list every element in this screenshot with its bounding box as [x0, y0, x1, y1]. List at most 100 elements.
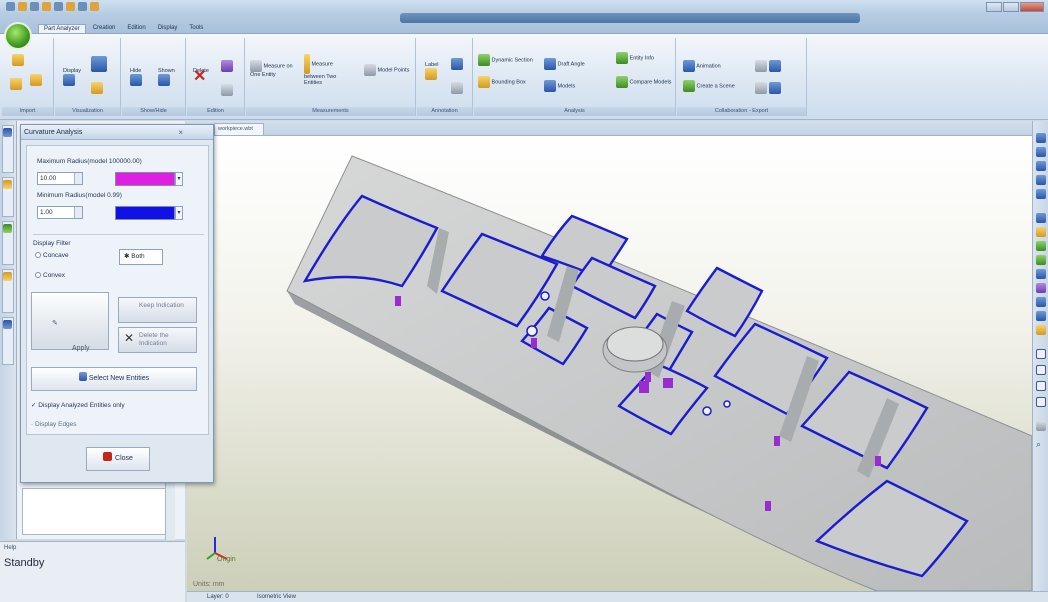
both-toggle-button[interactable]: ✱ Both	[119, 249, 163, 265]
dialog-close-icon[interactable]: ×	[178, 125, 183, 140]
ribbon-group-annotation: Label Annotation	[417, 38, 473, 116]
single-view-icon[interactable]	[1036, 349, 1046, 359]
zoom-out-icon[interactable]	[1036, 161, 1046, 171]
max-color-dropdown[interactable]: ▾	[175, 172, 183, 186]
apply-button[interactable]: ✎ Apply	[31, 292, 109, 352]
label-button[interactable]: Label	[425, 62, 438, 80]
panel-tab-4[interactable]	[2, 269, 14, 313]
select-new-entities-button[interactable]: Select New Entities	[31, 367, 197, 391]
display-analyzed-checkbox[interactable]: ✓ Display Analyzed Entities only	[31, 401, 125, 409]
animation-button[interactable]: Animation	[683, 60, 743, 72]
scene-icon	[683, 80, 695, 92]
three-view-icon[interactable]	[1036, 381, 1046, 391]
four-view-icon[interactable]	[1036, 397, 1046, 407]
view-bottom-icon[interactable]	[1036, 269, 1046, 279]
tab-part-analyzer[interactable]: Part Analyzer	[38, 24, 86, 33]
properties-icon	[221, 84, 233, 96]
panel-tab-3[interactable]	[2, 221, 14, 265]
render-button[interactable]	[91, 82, 103, 94]
visual-style-button[interactable]	[91, 56, 107, 72]
hide-button[interactable]: Hide	[130, 68, 142, 86]
edit-button[interactable]	[221, 60, 233, 72]
properties-button[interactable]	[221, 84, 233, 96]
min-color-dropdown[interactable]: ▾	[175, 206, 183, 220]
list-icon[interactable]	[1036, 421, 1046, 431]
display-button[interactable]: Display	[63, 68, 81, 86]
spin-arrows-icon[interactable]	[74, 173, 82, 184]
zoom-window-icon[interactable]	[1036, 175, 1046, 185]
shown-button[interactable]: Shown	[158, 68, 175, 86]
max-radius-input[interactable]: 10.00	[37, 172, 83, 185]
quick-access-toolbar[interactable]	[6, 2, 99, 11]
view-iso-icon[interactable]	[1036, 297, 1046, 307]
tab-creation[interactable]: Creation	[88, 24, 121, 33]
import-button[interactable]	[12, 54, 24, 66]
compare-models-button[interactable]: Compare Models	[616, 76, 672, 88]
measure-two-entities-button[interactable]: Measure between Two Entities	[304, 54, 350, 86]
window-controls	[986, 2, 1044, 12]
zoom-fit-icon[interactable]	[1036, 133, 1046, 143]
delete-button[interactable]: Delete ✕	[193, 68, 209, 85]
hide-icon	[130, 74, 142, 86]
edit-icon	[221, 60, 233, 72]
import-2d-button[interactable]	[10, 78, 22, 90]
draft-angle-button[interactable]: Draft Angle	[544, 58, 606, 70]
panel-scrollbar[interactable]	[165, 478, 175, 540]
view-top-icon[interactable]	[1036, 227, 1046, 237]
close-button[interactable]: Close	[86, 447, 150, 471]
view-back-icon[interactable]	[1036, 255, 1046, 265]
draft-angle-label: Draft Angle	[557, 61, 585, 68]
publish-button[interactable]	[755, 82, 781, 94]
layer-selector[interactable]: Layer: 0	[207, 592, 229, 602]
group-label: Collaboration - Export	[677, 107, 806, 116]
note-button[interactable]	[451, 82, 463, 94]
tab-edition[interactable]: Edition	[122, 24, 150, 33]
panel-tab-1[interactable]	[2, 125, 14, 173]
application-orb-button[interactable]	[4, 22, 32, 50]
annotation-button[interactable]	[451, 58, 463, 70]
panel-tab-2[interactable]	[2, 177, 14, 217]
zoom-in-icon[interactable]	[1036, 147, 1046, 157]
measure-icon	[250, 60, 262, 72]
panel-tab-5[interactable]	[2, 317, 14, 365]
minimize-button[interactable]	[986, 2, 1002, 12]
note-icon	[451, 82, 463, 94]
3d-viewport[interactable]: Origin Units: mm	[187, 136, 1032, 591]
delete-indication-button[interactable]: ✕ Delete the Indication	[118, 327, 197, 353]
bounding-box-button[interactable]: Bounding Box	[478, 76, 534, 88]
min-radius-input[interactable]: 1.00	[37, 206, 83, 219]
view-right-icon[interactable]	[1036, 241, 1046, 251]
spin-arrows-icon[interactable]	[74, 207, 82, 218]
bounding-box-icon	[478, 76, 490, 88]
model-points-button[interactable]: Model Points	[364, 64, 412, 76]
create-scene-button[interactable]: Create a Scene	[683, 80, 743, 92]
two-view-icon[interactable]	[1036, 365, 1046, 375]
document-tab[interactable]: workpiece.wbt	[214, 123, 264, 135]
concave-radio[interactable]: Concave	[35, 252, 69, 259]
animation-icon	[683, 60, 695, 72]
export-button[interactable]	[755, 60, 781, 72]
convex-radio[interactable]: Convex	[35, 272, 65, 279]
zoom-previous-icon[interactable]	[1036, 189, 1046, 199]
measure-one-entity-button[interactable]: Measure on One Entity	[250, 60, 294, 78]
view-iso-3-icon[interactable]	[1036, 325, 1046, 335]
min-color-swatch[interactable]	[115, 206, 175, 220]
view-left-icon[interactable]	[1036, 283, 1046, 293]
maximize-button[interactable]	[1003, 2, 1019, 12]
models-button[interactable]: Models	[544, 80, 606, 92]
view-front-icon[interactable]	[1036, 213, 1046, 223]
dynamic-section-button[interactable]: Dynamic Section	[478, 54, 534, 66]
dialog-title-bar[interactable]: Curvature Analysis ×	[21, 125, 213, 140]
concave-label: Concave	[43, 252, 69, 259]
tab-display[interactable]: Display	[153, 24, 183, 33]
max-color-swatch[interactable]	[115, 172, 175, 186]
search-icon[interactable]: ⌕	[1036, 439, 1046, 449]
entity-info-button[interactable]: Entity Info	[616, 52, 672, 64]
import-3d-button[interactable]	[30, 74, 42, 86]
view-iso-2-icon[interactable]	[1036, 311, 1046, 321]
display-edges-label: Display Edges	[34, 421, 77, 428]
tab-tools[interactable]: Tools	[184, 24, 208, 33]
window-close-button[interactable]	[1020, 2, 1044, 12]
keep-indication-button[interactable]: Keep Indication	[118, 297, 197, 323]
display-edges-checkbox[interactable]: · Display Edges	[31, 421, 77, 428]
